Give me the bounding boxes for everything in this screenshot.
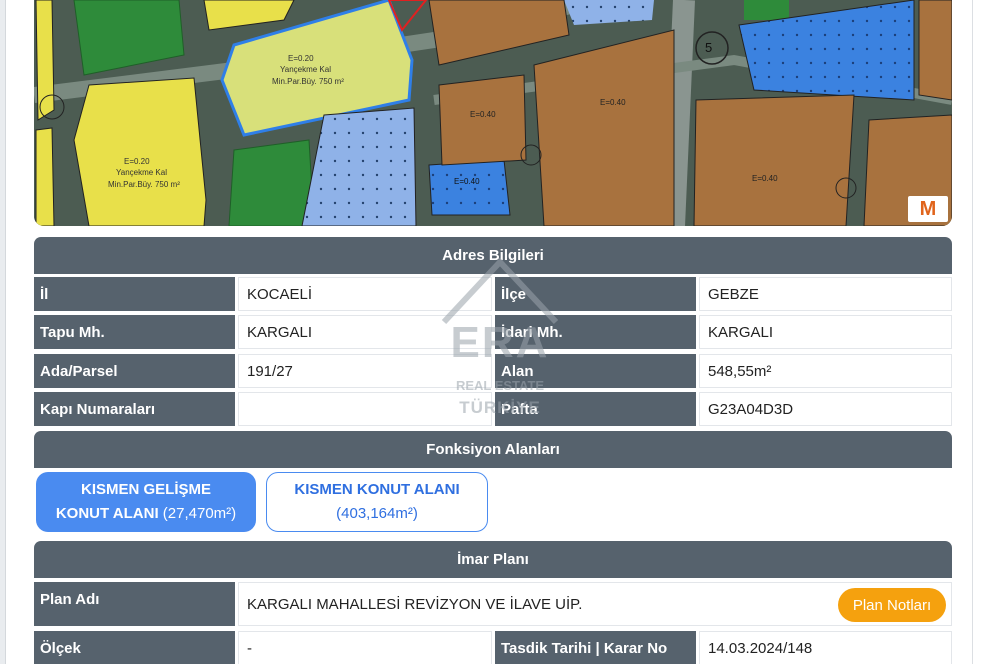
map-label-2: Yançekme Kal [280, 65, 331, 74]
map-label-10: E=0.40 [752, 174, 778, 183]
function-tag-1-line2-strong: KONUT ALANI [55, 505, 159, 522]
map-label-11: 5 [705, 40, 713, 55]
plan-adi-label: Plan Adı [34, 582, 235, 626]
olcek-value: - [238, 631, 492, 664]
map-label-4: E=0.20 [124, 157, 150, 166]
function-tag-2-line1: KISMEN KONUT ALANI [294, 481, 460, 498]
ada-parsel-label: Ada/Parsel [34, 354, 235, 388]
map-label-1: E=0.20 [288, 54, 314, 63]
map-label-3: Min.Par.Büy. 750 m² [272, 77, 344, 86]
alan-value: 548,55m² [699, 354, 952, 388]
function-tag-1-area: (27,470m²) [162, 505, 237, 522]
address-section-header: Adres Bilgileri [34, 237, 952, 274]
imar-section-header: İmar Planı [34, 541, 952, 578]
tapu-mh-label: Tapu Mh. [34, 315, 235, 349]
map-label-5: Yançekme Kal [116, 168, 167, 177]
functions-section-header: Fonksiyon Alanları [34, 431, 952, 468]
map-label-8: E=0.40 [600, 98, 626, 107]
plan-notes-button[interactable]: Plan Notları [838, 588, 946, 622]
ada-parsel-value: 191/27 [238, 354, 492, 388]
tapu-mh-value: KARGALI [238, 315, 492, 349]
olcek-label: Ölçek [34, 631, 235, 664]
kapi-numaralari-value [238, 392, 492, 426]
map-provider-logo: M [908, 196, 948, 222]
idari-mh-label: İdari Mh. [495, 315, 696, 349]
tasdik-tarihi-label: Tasdik Tarihi | Karar No [495, 631, 696, 664]
pafta-value: G23A04D3D [699, 392, 952, 426]
map-label-9: E=0.40 [454, 177, 480, 186]
zoning-map[interactable]: E=0.20 Yançekme Kal Min.Par.Büy. 750 m² … [34, 0, 952, 226]
kapi-numaralari-label: Kapı Numaraları [34, 392, 235, 426]
il-label: İl [34, 277, 235, 311]
function-tag-konut-alani[interactable]: KISMEN KONUT ALANI (403,164m²) [266, 472, 488, 532]
tasdik-tarihi-value: 14.03.2024/148 [699, 631, 952, 664]
function-tag-1-line1: KISMEN GELİŞME [80, 481, 211, 498]
pafta-label: Pafta [495, 392, 696, 426]
map-label-6: Min.Par.Büy. 750 m² [108, 180, 180, 189]
function-tag-2-area: (403,164m²) [336, 505, 418, 522]
function-tag-1-line2: KONUT ALANI (27,470m²) [56, 502, 236, 526]
map-label-7: E=0.40 [470, 110, 496, 119]
ilce-label: İlçe [495, 277, 696, 311]
idari-mh-value: KARGALI [699, 315, 952, 349]
alan-label: Alan [495, 354, 696, 388]
left-frame-edge [0, 0, 6, 664]
function-tag-gelisme-konut[interactable]: KISMEN GELİŞME KONUT ALANI (27,470m²) [36, 472, 256, 532]
ilce-value: GEBZE [699, 277, 952, 311]
il-value: KOCAELİ [238, 277, 492, 311]
right-frame-edge [972, 0, 1000, 664]
